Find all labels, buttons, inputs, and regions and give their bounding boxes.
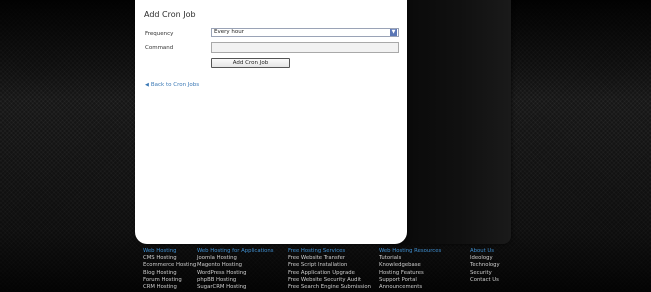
footer-link[interactable]: Free Script Installation (288, 262, 371, 269)
footer-column-resources: Web Hosting Resources Tutorials Knowledg… (379, 248, 441, 291)
footer-column-applications: Web Hosting for Applications Joomla Host… (197, 248, 274, 291)
footer-heading[interactable]: About Us (470, 248, 500, 255)
page-title: Add Cron Job (144, 10, 196, 19)
footer-link[interactable]: Magento Hosting (197, 262, 274, 269)
chevron-down-icon[interactable]: ▼ (390, 29, 397, 36)
footer-column-web-hosting: Web Hosting CMS Hosting Ecommerce Hostin… (143, 248, 196, 291)
footer-link[interactable]: Support Portal (379, 277, 441, 284)
footer-column-about: About Us Ideology Technology Security Co… (470, 248, 500, 284)
footer-link[interactable]: Blog Hosting (143, 270, 196, 277)
site-footer: Web Hosting CMS Hosting Ecommerce Hostin… (143, 248, 503, 292)
footer-link[interactable]: Free Application Upgrade (288, 270, 371, 277)
command-field[interactable] (211, 42, 399, 53)
footer-link[interactable]: Knowledgebase (379, 262, 441, 269)
footer-heading[interactable]: Web Hosting for Applications (197, 248, 274, 255)
footer-link[interactable]: Free Website Security Audit (288, 277, 371, 284)
back-link-label: Back to Cron Jobs (150, 82, 200, 88)
footer-heading[interactable]: Web Hosting Resources (379, 248, 441, 255)
back-to-cron-jobs-link[interactable]: ◀ Back to Cron Jobs (145, 82, 199, 88)
footer-link[interactable]: Joomla Hosting (197, 255, 274, 262)
footer-link[interactable]: WordPress Hosting (197, 270, 274, 277)
footer-link[interactable]: Forum Hosting (143, 277, 196, 284)
footer-link[interactable]: Ideology (470, 255, 500, 262)
footer-link[interactable]: CRM Hosting (143, 284, 196, 291)
footer-link[interactable]: Contact Us (470, 277, 500, 284)
frequency-select[interactable]: Every hour ▼ (211, 28, 399, 37)
footer-link[interactable]: Free Search Engine Submission (288, 284, 371, 291)
footer-link[interactable]: Technology (470, 262, 500, 269)
footer-heading[interactable]: Web Hosting (143, 248, 196, 255)
frequency-selected-value: Every hour (214, 29, 244, 35)
back-arrow-icon: ◀ (145, 82, 149, 88)
footer-link[interactable]: Free Website Transfer (288, 255, 371, 262)
footer-link[interactable]: Security (470, 270, 500, 277)
footer-link[interactable]: phpBB Hosting (197, 277, 274, 284)
footer-link[interactable]: Ecommerce Hosting (143, 262, 196, 269)
footer-heading[interactable]: Free Hosting Services (288, 248, 371, 255)
content-panel: Add Cron Job Frequency Every hour ▼ Comm… (135, 0, 407, 244)
footer-link[interactable]: Hosting Features (379, 270, 441, 277)
footer-column-free-services: Free Hosting Services Free Website Trans… (288, 248, 371, 291)
add-cron-job-button[interactable]: Add Cron Job (211, 58, 290, 68)
frequency-label: Frequency (145, 31, 174, 37)
command-label: Command (145, 45, 174, 51)
footer-link[interactable]: SugarCRM Hosting (197, 284, 274, 291)
footer-link[interactable]: Announcements (379, 284, 441, 291)
footer-link[interactable]: Tutorials (379, 255, 441, 262)
footer-link[interactable]: CMS Hosting (143, 255, 196, 262)
